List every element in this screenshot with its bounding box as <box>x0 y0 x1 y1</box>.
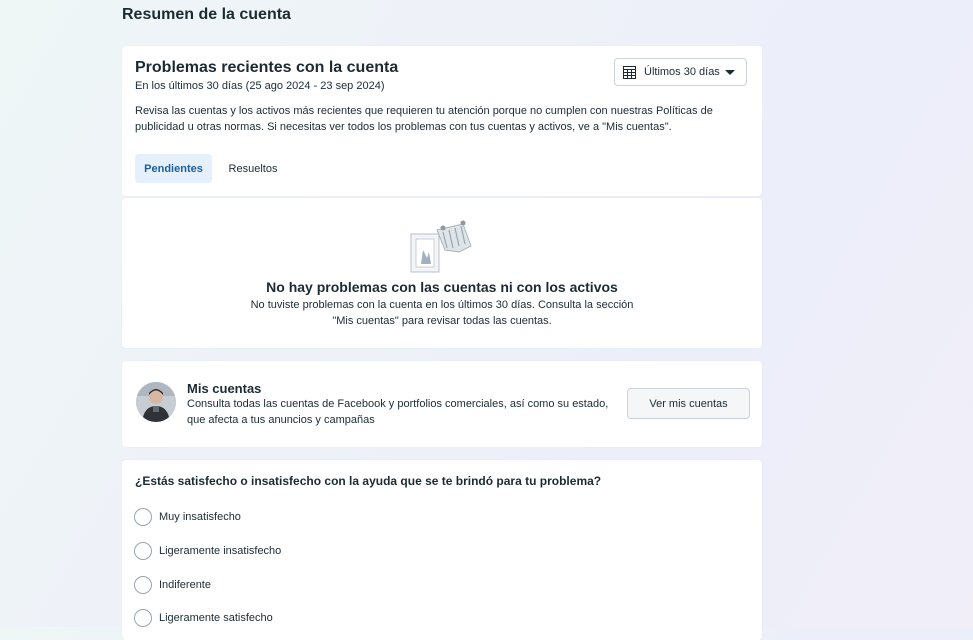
survey-option-label: Ligeramente insatisfecho <box>159 545 282 557</box>
radio-button[interactable] <box>134 609 152 627</box>
caret-down-icon <box>725 70 735 75</box>
survey-option-slightly-dissatisfied[interactable]: Ligeramente insatisfecho <box>134 541 281 561</box>
survey-option-label: Indiferente <box>159 579 211 591</box>
recent-issues-card: Problemas recientes con la cuenta En los… <box>122 46 762 196</box>
my-accounts-title: Mis cuentas <box>187 381 262 396</box>
tab-pending[interactable]: Pendientes <box>135 154 212 183</box>
survey-option-label: Muy insatisfecho <box>159 511 241 523</box>
survey-question: ¿Estás satisfecho o insatisfecho con la … <box>135 474 602 488</box>
empty-state-title: No hay problemas con las cuentas ni con … <box>266 279 618 295</box>
radio-button[interactable] <box>134 542 152 560</box>
empty-state-illustration <box>410 220 472 273</box>
view-my-accounts-button[interactable]: Ver mis cuentas <box>627 388 750 419</box>
radio-button[interactable] <box>134 576 152 594</box>
issues-description: Revisa las cuentas y los activos más rec… <box>135 105 713 133</box>
page-title: Resumen de la cuenta <box>122 6 291 23</box>
survey-option-indifferent[interactable]: Indiferente <box>134 575 211 595</box>
date-range-label: Últimos 30 días <box>644 66 720 78</box>
empty-state-card: No hay problemas con las cuentas ni con … <box>122 198 762 348</box>
calendar-icon <box>623 65 636 79</box>
my-accounts-card: Mis cuentas Consulta todas las cuentas d… <box>122 361 762 447</box>
radio-button[interactable] <box>134 508 152 526</box>
tab-resolved[interactable]: Resueltos <box>218 154 288 183</box>
empty-state-text: No tuviste problemas con la cuenta en lo… <box>250 299 634 327</box>
my-accounts-description: Consulta todas las cuentas de Facebook y… <box>187 398 609 426</box>
survey-option-slightly-satisfied[interactable]: Ligeramente satisfecho <box>134 608 273 628</box>
satisfaction-survey-card: ¿Estás satisfecho o insatisfecho con la … <box>122 460 762 640</box>
issues-date-range: En los últimos 30 días (25 ago 2024 - 23… <box>135 80 385 92</box>
survey-option-very-dissatisfied[interactable]: Muy insatisfecho <box>134 507 241 527</box>
date-range-dropdown[interactable]: Últimos 30 días <box>614 58 747 86</box>
avatar <box>136 382 176 422</box>
issues-title: Problemas recientes con la cuenta <box>135 59 399 76</box>
survey-option-label: Ligeramente satisfecho <box>159 612 273 624</box>
